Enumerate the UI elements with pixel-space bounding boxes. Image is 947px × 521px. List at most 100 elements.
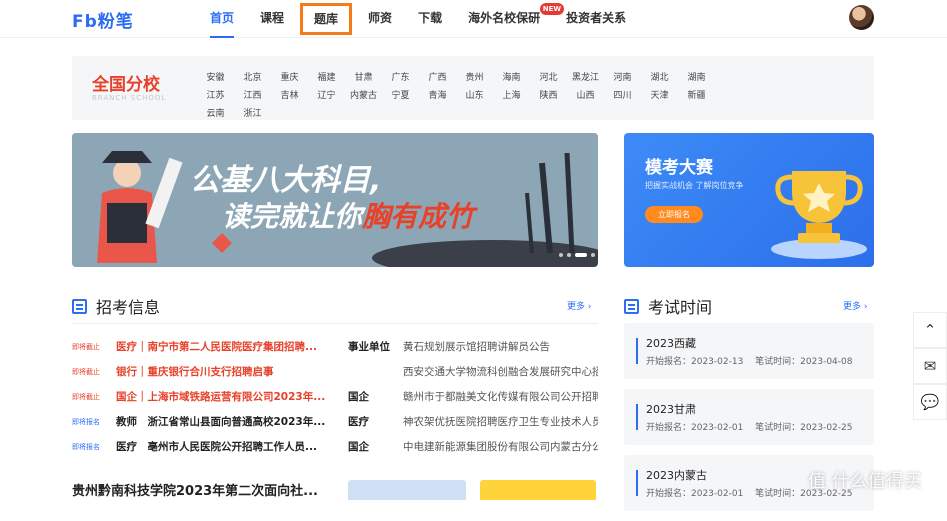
region-link[interactable]: 宁夏 (382, 91, 419, 102)
table-row: 即将截止 国企｜上海市域铁路运营有限公司2023年... 国企 赣州市于都融美文… (72, 388, 602, 413)
region-link[interactable]: 贵州 (456, 73, 493, 84)
region-link[interactable]: 重庆 (271, 73, 308, 84)
region-link[interactable]: 广东 (382, 73, 419, 84)
exam-dates: 开始报名：2023-02-13 笔试时间：2023-04-08 (646, 357, 853, 367)
recruit-link[interactable]: 西安交通大学物流科创融合发展研究中心招聘公告 (403, 364, 598, 379)
recruit-list: 即将截止 医疗｜南宁市第二人民医院医疗集团招聘... 事业单位 黄石规划展示馆招… (72, 338, 602, 463)
chat-icon[interactable]: 💬 (913, 384, 947, 420)
carousel-dot[interactable] (559, 253, 563, 257)
region-link[interactable]: 青海 (419, 91, 456, 102)
nav-home[interactable]: 首页 (200, 0, 244, 38)
table-row: 即将报名 医疗 亳州市人民医院公开招聘工作人员... 国企 中电建新能源集团股份… (72, 438, 602, 463)
region-link[interactable]: 云南 (197, 109, 234, 120)
region-link[interactable]: 吉林 (271, 91, 308, 102)
mail-icon[interactable]: ✉ (913, 348, 947, 384)
region-link[interactable]: 陕西 (530, 91, 567, 102)
list-item[interactable]: 2023西藏 开始报名：2023-02-13 笔试时间：2023-04-08 (624, 323, 874, 379)
region-link[interactable]: 安徽 (197, 73, 234, 84)
exam-time-section-title: 考试时间 (648, 298, 713, 317)
carousel-dot-active[interactable] (575, 253, 587, 257)
region-link[interactable]: 内蒙古 (345, 91, 382, 102)
deadline-tag: 即将截止 (72, 393, 100, 401)
mock-exam-subtitle: 把握实战机会 了解岗位竞争 (645, 181, 744, 190)
nav-investors[interactable]: 投资者关系 (556, 0, 636, 38)
nav-overseas[interactable]: 海外名校保研 NEW (458, 0, 565, 38)
article-thumbnail[interactable] (480, 480, 596, 500)
nav-question-bank[interactable]: 题库 (300, 3, 353, 35)
nav-courses[interactable]: 课程 (250, 0, 294, 38)
recruit-link[interactable]: 医疗｜南宁市第二人民医院医疗集团招聘... (116, 339, 326, 354)
region-link[interactable]: 江苏 (197, 91, 234, 102)
region-link[interactable]: 上海 (493, 91, 530, 102)
main-nav: 首页 课程 题库 师资 下载 海外名校保研 NEW 投资者关系 (200, 0, 642, 38)
calendar-icon (624, 298, 639, 314)
carousel-dots (559, 253, 595, 257)
register-now-button[interactable]: 立即报名 (645, 206, 703, 223)
region-link[interactable]: 福建 (308, 73, 345, 84)
region-link[interactable]: 河北 (530, 73, 567, 84)
recruit-section-title: 招考信息 (96, 298, 161, 317)
recruit-link[interactable]: 教师 浙江省常山县面向普通高校2023年... (116, 414, 326, 429)
mock-exam-title: 模考大赛 (645, 158, 713, 178)
branch-school-panel: 全国分校 BRANCH SCHOOL 安徽 北京 重庆 福建 甘肃 广东 广西 贵州 海南 河北黑… (72, 56, 874, 120)
exam-name: 2023内蒙古 (646, 469, 707, 482)
recruit-link[interactable]: 黄石规划展示馆招聘讲解员公告 (403, 339, 598, 354)
registration-tag: 即将报名 (72, 418, 100, 426)
user-avatar[interactable] (849, 5, 874, 30)
floating-toolbar: ⌃ ✉ 💬 (913, 312, 947, 420)
recruit-link[interactable]: 神农架优抚医院招聘医疗卫生专业技术人员... (403, 414, 598, 429)
region-link[interactable]: 河南 (604, 73, 641, 84)
region-link[interactable]: 黑龙江 (567, 73, 604, 84)
table-row: 即将截止 银行｜重庆银行合川支行招聘启事 西安交通大学物流科创融合发展研究中心招… (72, 363, 602, 388)
nav-teachers[interactable]: 师资 (358, 0, 402, 38)
region-link[interactable]: 新疆 (678, 91, 715, 102)
recruit-more-link[interactable]: 更多 › (567, 299, 591, 312)
exam-name: 2023甘肃 (646, 403, 696, 416)
recruit-section-header: 招考信息 (72, 294, 160, 318)
region-link[interactable]: 四川 (604, 91, 641, 102)
recruit-link[interactable]: 银行｜重庆银行合川支行招聘启事 (116, 364, 326, 379)
region-link[interactable]: 辽宁 (308, 91, 345, 102)
region-link[interactable]: 浙江 (234, 109, 271, 120)
top-navigation-bar: Fb粉笔 首页 课程 题库 师资 下载 海外名校保研 NEW 投资者关系 (0, 0, 947, 38)
region-link[interactable]: 湖南 (678, 73, 715, 84)
exam-time-more-link[interactable]: 更多 › (843, 299, 867, 312)
region-link[interactable]: 甘肃 (345, 73, 382, 84)
nav-overseas-label: 海外名校保研 (468, 11, 541, 25)
recruit-link[interactable]: 医疗 亳州市人民医院公开招聘工作人员... (116, 439, 326, 454)
region-link[interactable]: 海南 (493, 73, 530, 84)
chevron-up-icon[interactable]: ⌃ (913, 312, 947, 348)
recruit-link[interactable]: 国企｜上海市域铁路运营有限公司2023年... (116, 389, 326, 404)
region-link[interactable]: 广西 (419, 73, 456, 84)
carousel-dot[interactable] (591, 253, 595, 257)
exam-dates: 开始报名：2023-02-01 笔试时间：2023-02-25 (646, 423, 853, 433)
registration-tag: 即将报名 (72, 443, 100, 451)
region-link[interactable]: 山东 (456, 91, 493, 102)
recruit-link[interactable]: 赣州市于都融美文化传媒有限公司公开招聘... (403, 389, 598, 404)
exam-name: 2023西藏 (646, 337, 696, 350)
region-link[interactable]: 天津 (641, 91, 678, 102)
list-item[interactable]: 2023甘肃 开始报名：2023-02-01 笔试时间：2023-02-25 (624, 389, 874, 445)
banner-subline-text: 读完就让你 (222, 200, 363, 233)
branch-title: 全国分校 (92, 75, 160, 95)
recruit-link[interactable]: 中电建新能源集团股份有限公司内蒙古分公... (403, 439, 598, 454)
region-link[interactable]: 江西 (234, 91, 271, 102)
featured-article-link[interactable]: 贵州黔南科技学院2023年第二次面向社... (72, 480, 318, 499)
article-thumbnail[interactable] (348, 480, 466, 500)
list-icon (72, 298, 87, 314)
recruit-category: 国企 (348, 391, 369, 403)
recruit-category: 医疗 (348, 416, 369, 428)
carousel-dot[interactable] (567, 253, 571, 257)
mock-exam-card[interactable]: 模考大赛 把握实战机会 了解岗位竞争 立即报名 (624, 133, 874, 267)
table-row: 即将截止 医疗｜南宁市第二人民医院医疗集团招聘... 事业单位 黄石规划展示馆招… (72, 338, 602, 363)
nav-download[interactable]: 下载 (408, 0, 452, 38)
promo-banner[interactable]: 公基八大科目, 读完就让你胸有成竹 (72, 133, 598, 267)
banner-subline-highlight: 胸有成竹 (362, 200, 475, 233)
region-link[interactable]: 北京 (234, 73, 271, 84)
region-link[interactable]: 山西 (567, 91, 604, 102)
recruit-category: 国企 (348, 441, 369, 453)
fenbi-logo[interactable]: Fb粉笔 (72, 7, 134, 32)
region-link[interactable]: 湖北 (641, 73, 678, 84)
recruit-divider (72, 323, 598, 324)
deadline-tag: 即将截止 (72, 368, 100, 376)
